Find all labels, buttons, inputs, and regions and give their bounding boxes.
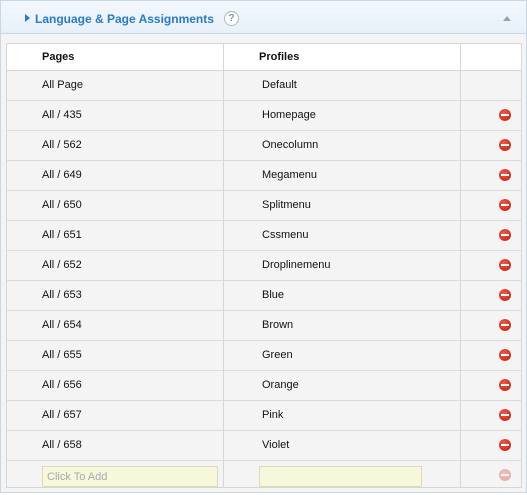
panel-header[interactable]: Language & Page Assignments ? <box>1 1 526 34</box>
page-cell: All Page <box>42 79 83 91</box>
remove-icon[interactable] <box>499 139 511 151</box>
remove-icon[interactable] <box>499 109 511 121</box>
column-divider <box>460 44 461 487</box>
page-cell: All / 562 <box>42 139 82 151</box>
remove-icon[interactable] <box>499 379 511 391</box>
table-row[interactable]: All Page Default <box>7 71 521 101</box>
remove-icon[interactable] <box>499 199 511 211</box>
profile-cell: Cssmenu <box>262 229 309 241</box>
table-row[interactable]: All / 652 Droplinemenu <box>7 251 521 281</box>
caret-up-icon[interactable] <box>503 16 511 21</box>
remove-icon[interactable] <box>499 289 511 301</box>
page-cell: All / 656 <box>42 379 82 391</box>
profiles-column-header: Profiles <box>259 51 300 63</box>
profile-cell: Homepage <box>262 109 316 121</box>
remove-icon <box>499 469 511 481</box>
table-row[interactable]: All / 650 Splitmenu <box>7 191 521 221</box>
page-cell: All / 655 <box>42 349 82 361</box>
profile-cell: Green <box>262 349 293 361</box>
profile-cell: Blue <box>262 289 285 301</box>
add-profile-input[interactable] <box>259 466 422 487</box>
profile-cell: Splitmenu <box>262 199 311 211</box>
profile-cell: Onecolumn <box>262 139 319 151</box>
table-row[interactable]: All / 654 Brown <box>7 311 521 341</box>
page-cell: All / 435 <box>42 109 82 121</box>
assignments-panel: Language & Page Assignments ? Pages Prof… <box>0 0 527 493</box>
page-cell: All / 654 <box>42 319 82 331</box>
profile-cell: Violet <box>262 439 290 451</box>
table-row[interactable]: All / 658 Violet <box>7 431 521 461</box>
page-cell: All / 657 <box>42 409 82 421</box>
page-cell: All / 658 <box>42 439 82 451</box>
page-cell: All / 649 <box>42 169 82 181</box>
remove-icon[interactable] <box>499 439 511 451</box>
page-cell: All / 653 <box>42 289 82 301</box>
page-cell: All / 651 <box>42 229 82 241</box>
add-row <box>7 461 521 495</box>
column-divider <box>223 44 224 487</box>
table-row[interactable]: All / 657 Pink <box>7 401 521 431</box>
table-row[interactable]: All / 653 Blue <box>7 281 521 311</box>
profile-cell: Megamenu <box>262 169 318 181</box>
remove-icon[interactable] <box>499 259 511 271</box>
table-row[interactable]: All / 656 Orange <box>7 371 521 401</box>
panel-title[interactable]: Language & Page Assignments <box>35 12 214 26</box>
remove-icon[interactable] <box>499 409 511 421</box>
page-cell: All / 650 <box>42 199 82 211</box>
page-cell: All / 652 <box>42 259 82 271</box>
add-page-input[interactable] <box>42 466 218 487</box>
remove-icon[interactable] <box>499 319 511 331</box>
table-row[interactable]: All / 651 Cssmenu <box>7 221 521 251</box>
profile-cell: Orange <box>262 379 299 391</box>
profile-cell: Default <box>262 79 297 91</box>
pages-column-header: Pages <box>42 51 75 63</box>
help-icon[interactable]: ? <box>224 11 239 26</box>
table-header: Pages Profiles <box>7 44 521 71</box>
caret-right-icon[interactable] <box>25 14 30 22</box>
table-row[interactable]: All / 435 Homepage <box>7 101 521 131</box>
profile-cell: Pink <box>262 409 284 421</box>
profile-cell: Brown <box>262 319 294 331</box>
table-row[interactable]: All / 655 Green <box>7 341 521 371</box>
profile-cell: Droplinemenu <box>262 259 331 271</box>
table-row[interactable]: All / 649 Megamenu <box>7 161 521 191</box>
remove-icon[interactable] <box>499 349 511 361</box>
remove-icon[interactable] <box>499 169 511 181</box>
table-row[interactable]: All / 562 Onecolumn <box>7 131 521 161</box>
remove-icon[interactable] <box>499 229 511 241</box>
assignments-table: Pages Profiles All Page Default All / 435 H… <box>6 43 522 488</box>
